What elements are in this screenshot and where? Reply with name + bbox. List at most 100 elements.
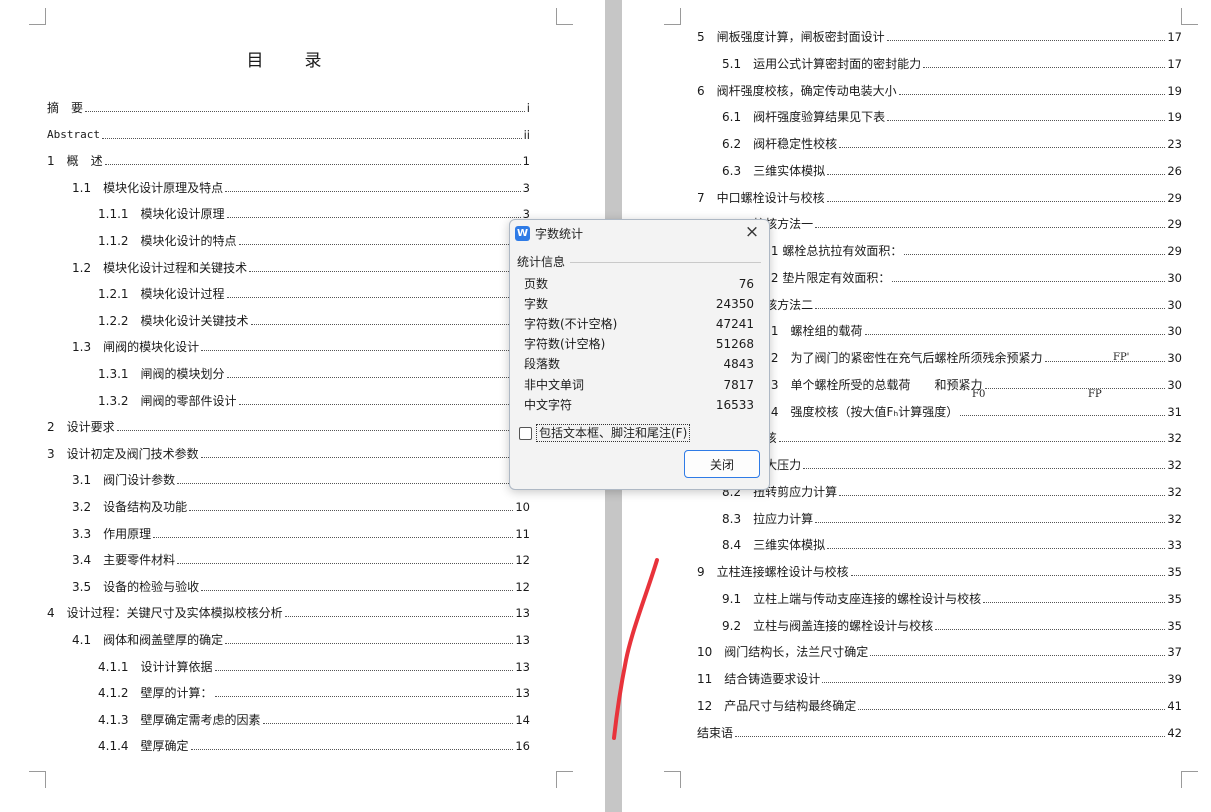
toc-entry[interactable]: 3 设计初定及阀门技术参数8 — [47, 444, 530, 464]
toc-entry[interactable]: 1 概 述 1 — [47, 151, 530, 171]
toc-entry-page: 30 — [1167, 377, 1182, 392]
toc-leader-dots — [225, 190, 521, 192]
stat-row: 非中文单词 7817 — [524, 375, 754, 395]
toc-entry[interactable]: 1.1.1 模块化设计原理 3 — [98, 204, 530, 224]
toc-entry-label: 1.1.1 模块化设计原理 — [98, 207, 225, 222]
toc-entry[interactable]: 1.3 闸阀的模块化设计6 — [72, 337, 530, 357]
stat-row: 字符数(不计空格) 47241 — [524, 314, 754, 334]
toc-entry-label: 9.1 立柱上端与传动支座连接的螺栓设计与校核 — [722, 591, 982, 606]
toc-entry-page: 30 — [1167, 270, 1182, 285]
toc-entry[interactable]: 7.2.3 单个螺栓所受的总载荷 和预紧力 30 — [748, 375, 1182, 395]
toc-entry[interactable]: 9.2 立柱与阀盖连接的螺栓设计与校核 35 — [722, 616, 1182, 636]
toc-entry[interactable]: 8.3 拉应力计算 32 — [722, 509, 1182, 529]
toc-entry[interactable]: 4.1.1 设计计算依据 13 — [98, 657, 530, 677]
toc-leader-dots — [960, 414, 1166, 416]
toc-entry-label: 1.2.2 模块化设计关键技术 — [98, 313, 249, 328]
toc-entry[interactable]: 7.1 校核方法一29 — [722, 214, 1182, 234]
toc-entry[interactable]: 3.5 设备的检验与验收 12 — [72, 577, 530, 597]
close-icon[interactable]: × — [743, 223, 761, 241]
stat-label: 非中文单词 — [524, 377, 585, 392]
toc-entry[interactable]: 1.2.2 模块化设计关键技术5 — [98, 311, 530, 331]
toc-entry[interactable]: 3.3 作用原理 11 — [72, 524, 530, 544]
toc-entry-page: 1 — [522, 154, 530, 169]
red-pen-annotation — [612, 558, 659, 740]
crop-mark — [29, 8, 46, 25]
stat-row: 字数 24350 — [524, 294, 754, 314]
toc-entry[interactable]: 摘 要i — [47, 98, 530, 118]
toc-entry[interactable]: 12 产品尺寸与结构最终确定 41 — [697, 696, 1182, 716]
toc-entry[interactable]: 1.2.1 模块化设计过程3 — [98, 284, 530, 304]
stat-row: 段落数 4843 — [524, 354, 754, 374]
toc-entry-label: 3.5 设备的检验与验收 — [72, 579, 200, 594]
toc-entry[interactable]: 3.1 阀门设计参数8 — [72, 470, 530, 490]
toc-entry-label: 7.2.3 单个螺栓所受的总载荷 和预紧力 — [748, 377, 983, 392]
toc-entry-label: 1.3.2 闸阀的零部件设计 — [98, 393, 237, 408]
toc-entry[interactable]: 7 中口螺栓设计与校核 29 — [697, 188, 1182, 208]
toc-entry-page: 17 — [1167, 56, 1182, 71]
toc-entry-label: 12 产品尺寸与结构最终确定 — [697, 698, 857, 713]
toc-entry-label: 6 阀杆强度校核，确定传动电装大小 — [697, 83, 897, 98]
toc-entry[interactable]: 1.3.1 闸阀的模块划分6 — [98, 364, 530, 384]
toc-leader-dots — [778, 441, 1166, 443]
toc-entry[interactable]: 6.3 三维实体模拟 26 — [722, 161, 1182, 181]
toc-leader-dots — [189, 510, 514, 511]
toc-entry[interactable]: 6.2 阀杆稳定性校核 23 — [722, 134, 1182, 154]
toc-entry[interactable]: 4.1.3 壁厚确定需考虑的因素 14 — [98, 710, 530, 730]
toc-entry[interactable]: 1.1 模块化设计原理及特点 3 — [72, 178, 530, 198]
toc-entry[interactable]: 1.1.2 模块化设计的特点3 — [98, 231, 530, 251]
toc-entry[interactable]: 4.1.2 壁厚的计算： 13 — [98, 683, 530, 703]
toc-entry[interactable]: 7.2.4 强度校核（按大值Fₕ计算强度） 31 — [748, 402, 1182, 422]
crop-mark — [556, 8, 573, 25]
toc-entry[interactable]: 8.1 最大压力32 — [722, 455, 1182, 475]
close-button[interactable]: 关闭 — [684, 450, 760, 478]
toc-entry[interactable]: 8.4 三维实体模拟 33 — [722, 535, 1182, 555]
toc-leader-dots — [226, 297, 521, 299]
toc-entry[interactable]: 6 阀杆强度校核，确定传动电装大小 19 — [697, 81, 1182, 101]
toc-entry-page: 41 — [1167, 698, 1182, 713]
formula-symbol: F0 — [972, 389, 986, 400]
toc-entry[interactable]: 6.1 阀杆强度验算结果见下表 19 — [722, 107, 1182, 127]
toc-entry[interactable]: 9 立柱连接螺栓设计与校核 35 — [697, 562, 1182, 582]
toc-entry[interactable]: 4.1.4 壁厚确定 16 — [98, 736, 530, 756]
toc-entry-label: 摘 要 — [47, 101, 84, 115]
toc-entry[interactable]: 5 闸板强度计算，闸板密封面设计 17 — [697, 27, 1182, 47]
toc-leader-dots — [850, 575, 1166, 576]
toc-entry[interactable]: 9.1 立柱上端与传动支座连接的螺栓设计与校核 35 — [722, 589, 1182, 609]
toc-entry[interactable]: 7.1.2 垫片限定有效面积： 30 — [748, 268, 1182, 288]
toc-entry[interactable]: 1.3.2 闸阀的零部件设计7 — [98, 391, 530, 411]
toc-entry[interactable]: 8.2 扭转剪应力计算 32 — [722, 482, 1182, 502]
stat-label: 段落数 — [524, 357, 561, 372]
toc-entry-label: 6.1 阀杆强度验算结果见下表 — [722, 110, 886, 125]
toc-leader-dots — [201, 350, 521, 352]
toc-entry[interactable]: 4.1 阀体和阀盖壁厚的确定 13 — [72, 630, 530, 650]
include-textbox-footnote-label[interactable]: 包括文本框、脚注和尾注(F) — [536, 424, 691, 442]
toc-entry[interactable]: 结束语 42 — [697, 723, 1182, 743]
toc-entry-label: 6.2 阀杆稳定性校核 — [722, 137, 838, 151]
stat-label: 中文字符 — [524, 397, 573, 412]
toc-entry-page: 19 — [1167, 110, 1182, 125]
toc-entry[interactable]: 11 结合铸造要求设计 39 — [697, 669, 1182, 689]
crop-mark — [1181, 8, 1198, 25]
toc-entry[interactable]: 1.2 模块化设计过程和关键技术3 — [72, 258, 530, 278]
toc-entry[interactable]: 7.2 校核方法二30 — [722, 295, 1182, 315]
toc-leader-dots — [983, 601, 1166, 603]
include-textbox-footnote-checkbox[interactable] — [519, 427, 532, 440]
toc-entry[interactable]: 4 设计过程：关键尺寸及实体模拟校核分析 13 — [47, 603, 530, 623]
toc-entry[interactable]: 3.4 主要零件材料 12 — [72, 550, 530, 570]
toc-entry[interactable]: 5.1 运用公式计算密封面的密封能力 17 — [722, 54, 1182, 74]
crop-mark — [664, 771, 681, 788]
toc-entry[interactable]: 7.1.1 螺栓总抗拉有效面积： 29 — [748, 241, 1182, 261]
toc-entry[interactable]: 7.2.1 螺栓组的载荷 30 — [748, 321, 1182, 341]
toc-entry-page: 29 — [1167, 244, 1182, 258]
toc-entry[interactable]: 3.2 设备结构及功能 10 — [72, 497, 530, 517]
toc-leader-dots — [214, 696, 514, 698]
toc-entry-page: 35 — [1167, 591, 1182, 606]
toc-entry-label: 2 设计要求 — [47, 420, 115, 435]
toc-entry-label: 1.1 模块化设计原理及特点 — [72, 180, 224, 195]
toc-entry[interactable]: Abstract ii — [47, 125, 530, 145]
stat-value: 4843 — [723, 357, 754, 372]
toc-entry-page: 30 — [1167, 324, 1182, 339]
toc-entry-page: 33 — [1167, 538, 1182, 553]
toc-entry[interactable]: 10 阀门结构长，法兰尺寸确定 37 — [697, 642, 1182, 662]
toc-entry[interactable]: 2 设计要求7 — [47, 417, 530, 437]
